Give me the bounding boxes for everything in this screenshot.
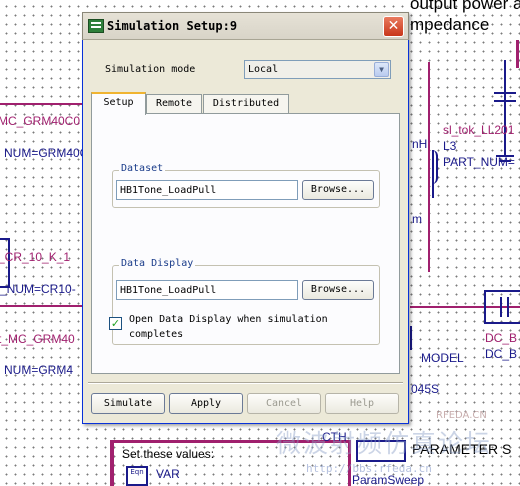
schematic-wire <box>484 290 486 324</box>
schematic-label: m <box>412 212 422 226</box>
schematic-label: NUM=GRM4 <box>4 363 74 377</box>
checkmark-icon: ✓ <box>110 317 121 330</box>
data-display-name-input[interactable]: HB1Tone_LoadPull <box>116 280 298 300</box>
schematic-label: MC_GRM40C0 <box>0 114 81 128</box>
cancel-button-label: Cancel <box>265 398 303 409</box>
dataset-name-input[interactable]: HB1Tone_LoadPull <box>116 180 298 200</box>
tab-remote-label: Remote <box>155 98 193 109</box>
schematic-frame-line <box>110 440 114 486</box>
chevron-down-icon[interactable]: ▼ <box>374 62 389 77</box>
dataset-browse-button[interactable]: Browse... <box>302 180 374 200</box>
data-display-name-value: HB1Tone_LoadPull <box>120 285 217 296</box>
tab-distributed[interactable]: Distributed <box>203 94 289 113</box>
open-data-display-label: Open Data Display when simulation comple… <box>129 312 328 342</box>
close-button[interactable]: ✕ <box>383 16 404 37</box>
schematic-label: DC_B <box>485 331 518 345</box>
tab-setup[interactable]: Setup <box>91 92 146 115</box>
schematic-wire <box>484 322 520 324</box>
param-sweep-icon <box>356 440 406 462</box>
schematic-label: t_MC_GRM40 <box>0 332 75 346</box>
schematic-frame-line <box>0 103 82 105</box>
dataset-browse-label: Browse... <box>310 184 366 195</box>
schematic-frame-line <box>110 440 350 443</box>
schematic-label: _NUM=CR10- <box>0 282 76 296</box>
dataset-legend: Dataset <box>119 163 166 174</box>
app-icon <box>88 19 104 33</box>
dataset-name-value: HB1Tone_LoadPull <box>120 185 217 196</box>
schematic-label: L3 <box>443 139 457 153</box>
help-button[interactable]: Help <box>325 393 399 414</box>
schematic-wire <box>410 326 412 350</box>
schematic-label: PART_NUM= <box>443 155 515 169</box>
inductor-coil <box>428 150 438 184</box>
simulate-button-label: Simulate <box>103 398 153 409</box>
schematic-title-line1: output power and PAE found at <box>410 0 520 13</box>
schematic-frame-line <box>0 305 82 307</box>
tab-setup-label: Setup <box>103 97 134 108</box>
schematic-frame-line <box>516 40 519 68</box>
schematic-label: sl_tok_LL201 <box>443 123 515 137</box>
schematic-label: 045S <box>411 382 440 396</box>
schematic-wire <box>0 238 10 240</box>
schematic-wire <box>507 297 509 317</box>
schematic-wire <box>494 92 516 94</box>
dialog-title: Simulation Setup:9 <box>107 19 238 33</box>
close-icon: ✕ <box>387 18 400 34</box>
simulation-mode-value: Local <box>248 64 279 75</box>
tab-distributed-label: Distributed <box>212 98 280 109</box>
open-data-display-checkbox[interactable]: ✓ <box>109 317 122 330</box>
schematic-label: _CR_10_K_1 <box>0 250 71 264</box>
button-separator <box>88 382 403 384</box>
data-display-browse-button[interactable]: Browse... <box>302 280 374 300</box>
schematic-label: VAR <box>156 467 180 481</box>
schematic-frame-line <box>348 440 351 486</box>
schematic-label: PARAMETER S <box>412 441 512 457</box>
simulation-mode-label: Simulation mode <box>105 64 196 75</box>
dialog-titlebar[interactable]: Simulation Setup:9 ✕ <box>82 12 409 40</box>
var-icon-text: Eqn <box>130 468 144 476</box>
data-display-browse-label: Browse... <box>310 284 366 295</box>
schematic-frame-line <box>410 306 520 308</box>
schematic-wire <box>504 60 506 155</box>
schematic-wire <box>484 290 520 292</box>
open-data-display-label-line2: completes <box>129 329 184 340</box>
cancel-button[interactable]: Cancel <box>247 393 321 414</box>
open-data-display-label-line1: Open Data Display when simulation <box>129 314 328 325</box>
schematic-label: DC_B <box>485 347 518 361</box>
schematic-label: CTH <box>322 430 347 444</box>
tab-remote[interactable]: Remote <box>146 94 202 113</box>
schematic-title-line2: mpedance <box>410 15 490 34</box>
simulation-setup-dialog: Simulation Setup:9 ✕ Simulation mode Loc… <box>82 12 409 424</box>
apply-button-label: Apply <box>190 398 222 409</box>
schematic-label: nH <box>412 137 428 151</box>
data-display-legend: Data Display <box>119 258 196 269</box>
schematic-label: ParamSweep <box>352 473 425 486</box>
var-eqn-icon: Eqn <box>126 466 148 486</box>
help-button-label: Help <box>349 398 375 409</box>
schematic-wire <box>500 297 502 317</box>
schematic-wire <box>494 100 516 102</box>
schematic-label: Set these values: <box>122 447 215 461</box>
apply-button[interactable]: Apply <box>169 393 243 414</box>
simulate-button[interactable]: Simulate <box>91 393 165 414</box>
simulation-mode-select[interactable]: Local ▼ <box>244 60 391 79</box>
schematic-label: MODEL <box>421 351 464 365</box>
